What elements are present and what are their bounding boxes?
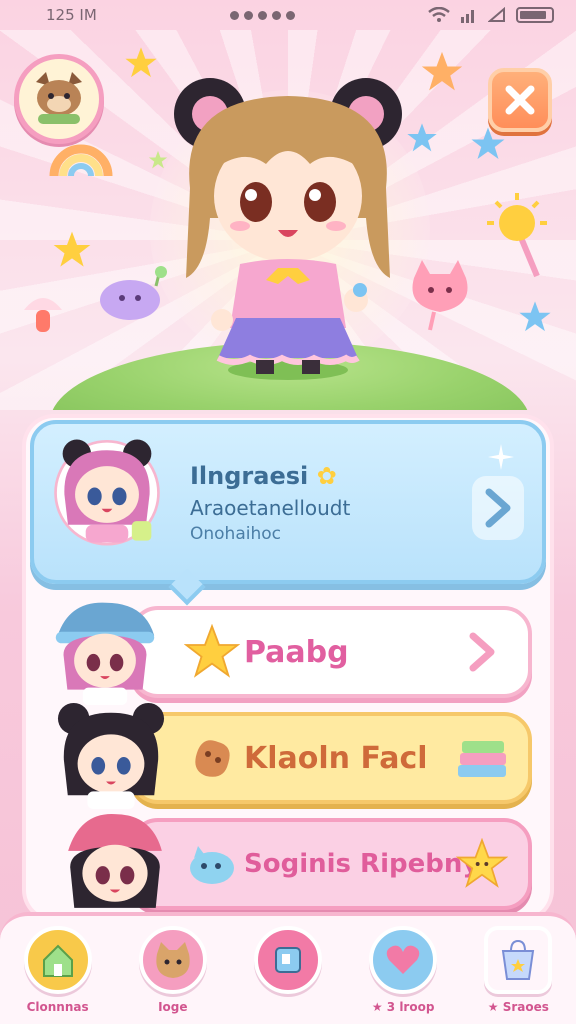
star-icon [407,123,437,152]
star-icon [148,150,168,169]
profile-avatar-button[interactable] [14,54,104,144]
row-3-label: Soginis Ripebny [244,849,480,879]
heart-icon [369,926,438,994]
row-1-label: Paabg [244,634,349,670]
nav-home-label: Clonnnas [26,1000,89,1014]
status-bar: 125 IM [0,0,576,30]
nav-shop-label: ★ Sraoes [487,1000,549,1014]
chevron-right-icon [454,624,510,680]
close-icon [505,85,535,115]
featured-open-button[interactable] [472,476,524,540]
character-portrait-1 [55,602,155,706]
signal-icon [460,10,474,23]
nav-inventory[interactable] [238,926,338,1000]
pink-cat-pet-icon [412,260,468,331]
nav-pets-label: Ioge [158,1000,188,1014]
no-signal-icon [487,7,505,22]
bottom-navigation: Clonnnas Ioge ★ 3 lroop ★ Sraoes [0,912,576,1024]
nav-home[interactable]: Clonnnas [8,926,108,1014]
star-icon [519,301,551,332]
wifi-icon [428,7,450,22]
nav-shop[interactable]: ★ Sraoes [468,926,568,1014]
star-icon [53,231,91,267]
row-2-label: Klaoln Facl [244,740,428,776]
mushroom-icon [24,298,62,332]
cookie-icon [195,740,230,777]
battery-icon [515,7,554,23]
featured-caption: Onohaihoc [190,524,281,544]
blue-pet-icon [190,846,234,884]
character-portrait-3 [68,814,162,908]
nav-pets[interactable]: Ioge [123,926,223,1014]
menu-row-2[interactable]: Klaoln Facl [130,712,532,804]
sparkle-icon: ✿ [316,462,337,490]
menu-row-1[interactable]: Paabg [130,606,532,698]
inventory-icon [253,926,322,994]
star-icon [125,47,157,78]
featured-title: Ilngraesi ✿ [190,462,337,490]
dog-avatar-icon [36,72,82,124]
star-icon [184,624,240,678]
nav-friends-label: ★ 3 lroop [371,1000,435,1014]
sparkle-icon [488,444,514,470]
hero-scene [0,30,576,410]
status-time: 125 IM [46,6,97,24]
shop-bag-icon [484,926,553,994]
camera-dots [229,10,295,20]
star-face-icon [454,836,510,892]
purple-blob-pet-icon [100,266,167,320]
nav-friends[interactable]: ★ 3 lroop [353,926,453,1014]
book-stack-icon [454,730,510,786]
sun-wand-icon [487,193,547,278]
home-icon [23,926,92,994]
main-character[interactable] [170,68,406,380]
close-button[interactable] [488,68,552,132]
featured-subtitle: Araoetanelloudt [190,496,351,520]
menu-row-3[interactable]: Soginis Ripebny [130,818,532,910]
chevron-right-icon [485,488,511,528]
cat-icon [138,926,207,994]
character-portrait-2 [57,702,165,810]
featured-character-portrait [54,439,160,546]
star-icon [421,51,463,91]
